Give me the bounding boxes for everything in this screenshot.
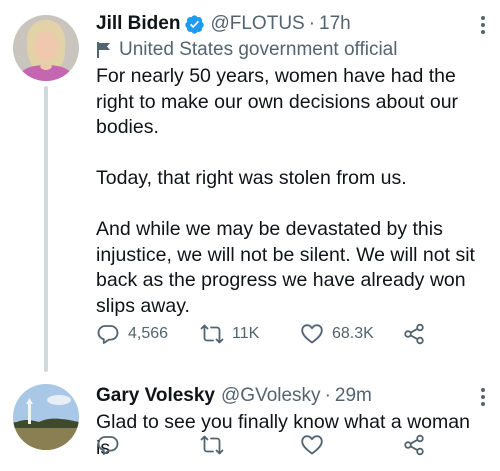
more-icon[interactable] [480, 16, 486, 36]
more-icon[interactable] [480, 388, 486, 408]
tweet-text: For nearly 50 years, women have had the … [96, 64, 486, 319]
heart-icon [301, 435, 323, 455]
tweet-card[interactable]: Gary Volesky @GVolesky · 29m Glad to see… [0, 372, 500, 471]
share-icon [404, 323, 424, 345]
retweet-button[interactable]: 11K [200, 322, 259, 346]
author-name[interactable]: Gary Volesky [96, 384, 215, 408]
tweet-card[interactable]: Jill Biden @FLOTUS · 17h United States g… [0, 0, 500, 372]
verified-badge-icon [185, 14, 205, 34]
tweet-paragraph: And while we may be devastated by this i… [96, 218, 475, 317]
share-button[interactable] [402, 433, 434, 457]
separator-dot: · [324, 385, 331, 406]
reply-icon [97, 325, 119, 344]
tweet-content: Jill Biden @FLOTUS · 17h United States g… [96, 12, 486, 319]
like-button[interactable]: 68.3K [300, 322, 374, 346]
thread-line [44, 86, 48, 372]
account-label-text: United States government official [119, 39, 398, 60]
author-handle[interactable]: @FLOTUS [210, 12, 304, 36]
tweet-header: Jill Biden @FLOTUS · 17h [96, 12, 486, 36]
reply-icon [97, 436, 119, 455]
author-handle[interactable]: @GVolesky [221, 384, 321, 408]
share-button[interactable] [402, 322, 434, 346]
tweet-header: Gary Volesky @GVolesky · 29m [96, 384, 486, 408]
timestamp[interactable]: 29m [335, 384, 372, 408]
reply-count: 4,566 [128, 325, 169, 342]
like-button[interactable] [300, 433, 332, 457]
reply-button[interactable] [96, 433, 128, 457]
separator-dot: · [308, 13, 316, 34]
retweet-icon [200, 324, 224, 344]
retweet-button[interactable] [200, 433, 232, 457]
avatar[interactable] [13, 15, 79, 81]
retweet-count: 11K [232, 325, 260, 342]
tweet-paragraph: For nearly 50 years, women have had the … [96, 65, 459, 138]
heart-icon [301, 324, 323, 344]
reply-button[interactable]: 4,566 [96, 322, 168, 346]
avatar[interactable] [13, 384, 79, 450]
timestamp[interactable]: 17h [319, 12, 351, 36]
account-label: United States government official [96, 38, 486, 62]
share-icon [404, 434, 424, 456]
retweet-icon [200, 435, 224, 455]
flag-icon [97, 42, 110, 58]
tweet-paragraph: Today, that right was stolen from us. [96, 167, 407, 189]
like-count: 68.3K [332, 325, 374, 342]
author-name[interactable]: Jill Biden [96, 12, 180, 36]
